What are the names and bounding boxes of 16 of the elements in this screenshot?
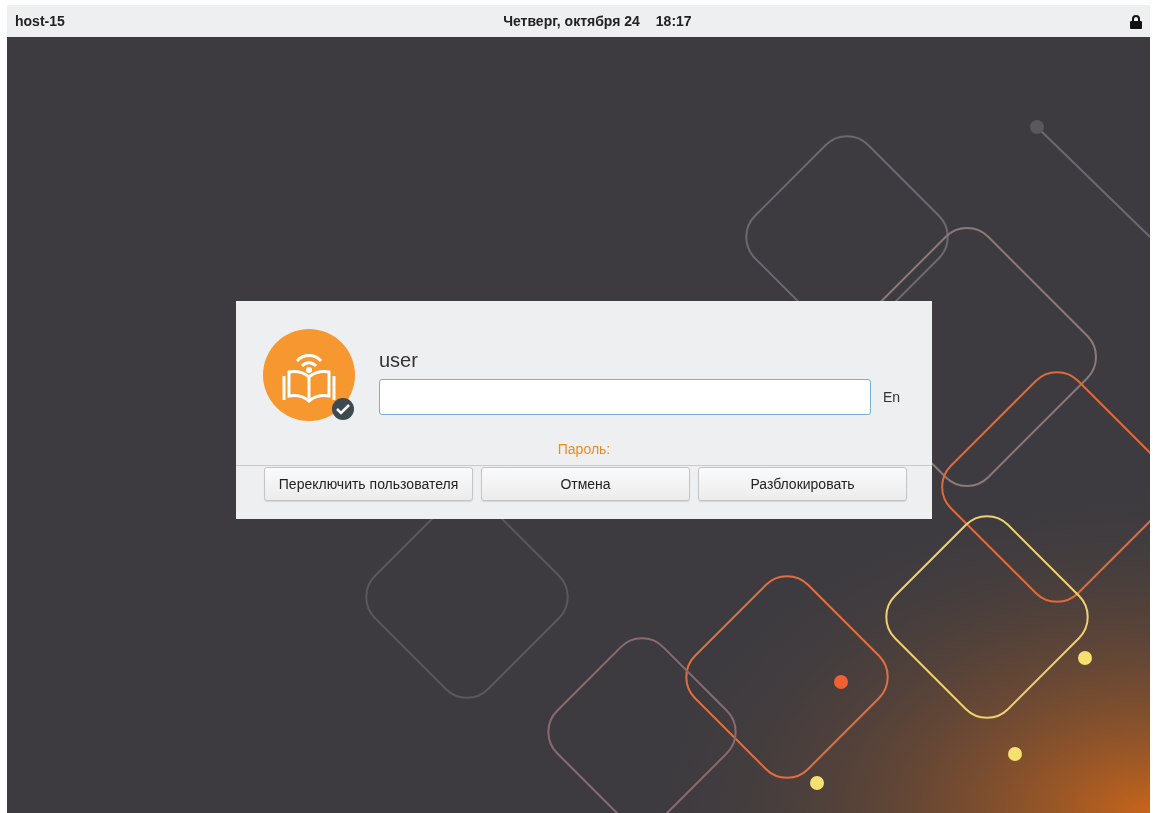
wallpaper-dot bbox=[1078, 651, 1092, 665]
dialog-button[interactable]: Разблокировать bbox=[698, 467, 907, 501]
password-prompt: Пароль: bbox=[557, 441, 611, 457]
date-text: Четверг, октября 24 bbox=[503, 12, 640, 29]
wallpaper-dot bbox=[834, 675, 848, 689]
wallpaper-dot bbox=[810, 776, 824, 790]
dialog-button[interactable]: Отмена bbox=[481, 467, 690, 501]
password-field[interactable] bbox=[379, 379, 871, 415]
hostname: host-15 bbox=[15, 11, 65, 31]
keyboard-layout-indicator[interactable]: En bbox=[883, 386, 901, 408]
dialog-button[interactable]: Переключить пользователя bbox=[264, 467, 473, 501]
wallpaper-dot bbox=[1008, 747, 1022, 761]
username: user bbox=[379, 348, 419, 373]
clock-time: 18:17 bbox=[655, 12, 692, 29]
lock-icon bbox=[1130, 13, 1142, 29]
wallpaper-dot bbox=[1030, 120, 1044, 134]
